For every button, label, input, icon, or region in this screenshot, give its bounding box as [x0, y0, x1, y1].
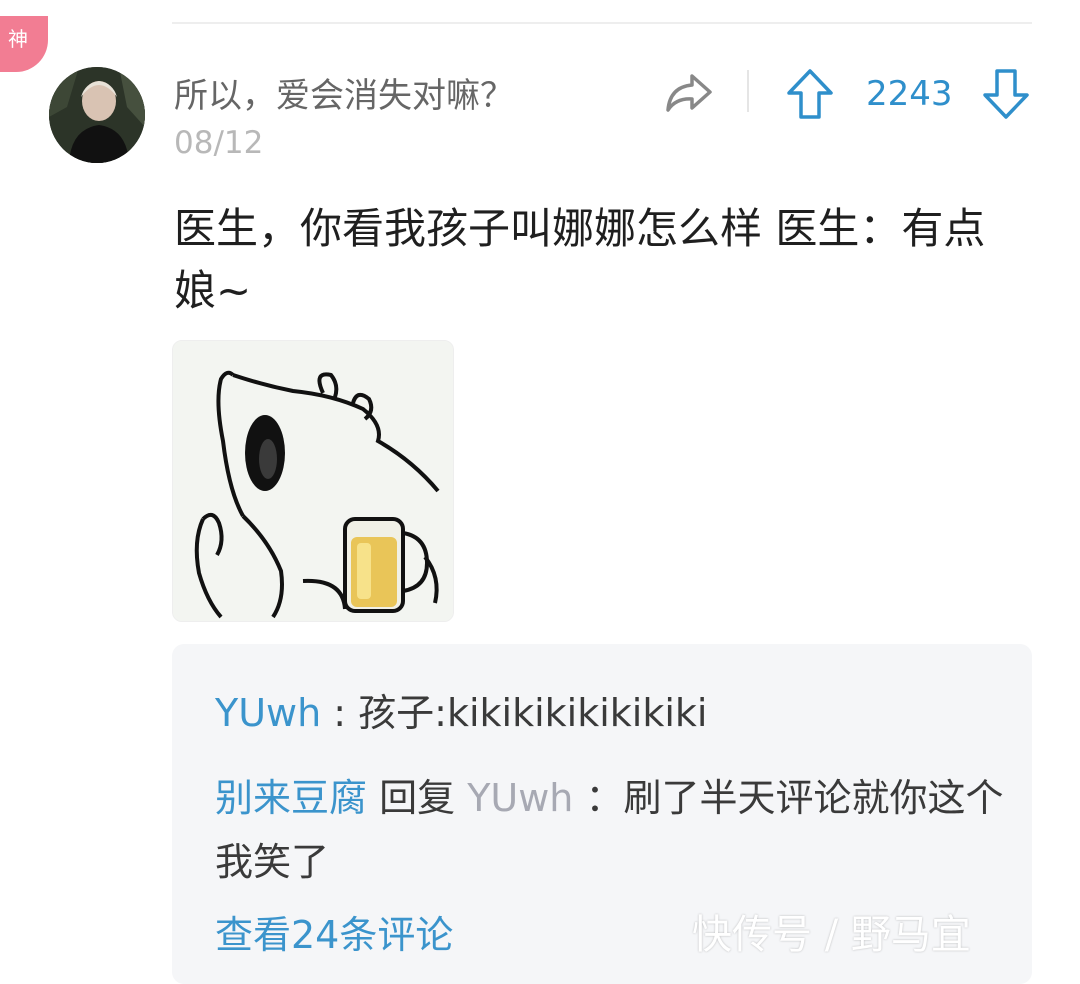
- post-date: 08/12: [174, 125, 264, 161]
- comment-text: 孩子:kikikikikikikiki: [358, 691, 708, 735]
- arrow-up-icon: [787, 69, 833, 119]
- downvote-button[interactable]: [982, 68, 1030, 120]
- reply-word: 回复: [367, 776, 468, 820]
- comment-separator: :: [321, 691, 359, 735]
- reply-target-user[interactable]: YUwh: [467, 776, 573, 820]
- bear-beer-meme-image: [173, 341, 453, 621]
- post-image[interactable]: [172, 340, 454, 622]
- action-divider: [747, 70, 749, 112]
- god-comment-badge: 神: [0, 16, 48, 72]
- avatar[interactable]: [49, 67, 145, 163]
- comment-author[interactable]: YUwh: [215, 691, 321, 735]
- comment-separator: ：: [573, 776, 624, 820]
- comment-item[interactable]: 别来豆腐 回复 YUwh ：刷了半天评论就你这个我笑了: [215, 766, 1005, 894]
- share-button[interactable]: [664, 70, 714, 116]
- view-all-comments-link[interactable]: 查看24条评论: [215, 910, 453, 960]
- share-arrow-icon: [666, 74, 712, 112]
- upvote-button[interactable]: [786, 68, 834, 120]
- arrow-down-icon: [983, 69, 1029, 119]
- post-text: 医生，你看我孩子叫娜娜怎么样 医生：有点娘~: [174, 204, 986, 315]
- vote-count: 2243: [866, 74, 953, 114]
- post-author-name[interactable]: 所以，爱会消失对嘛？: [174, 74, 514, 118]
- avatar-image: [49, 67, 145, 163]
- watermark: 快传号 / 野马宜: [692, 912, 971, 958]
- badge-label: 神: [8, 27, 28, 51]
- top-divider: [172, 22, 1032, 24]
- comment-item[interactable]: YUwh : 孩子:kikikikikikikiki: [215, 688, 707, 738]
- comment-author[interactable]: 别来豆腐: [215, 776, 367, 820]
